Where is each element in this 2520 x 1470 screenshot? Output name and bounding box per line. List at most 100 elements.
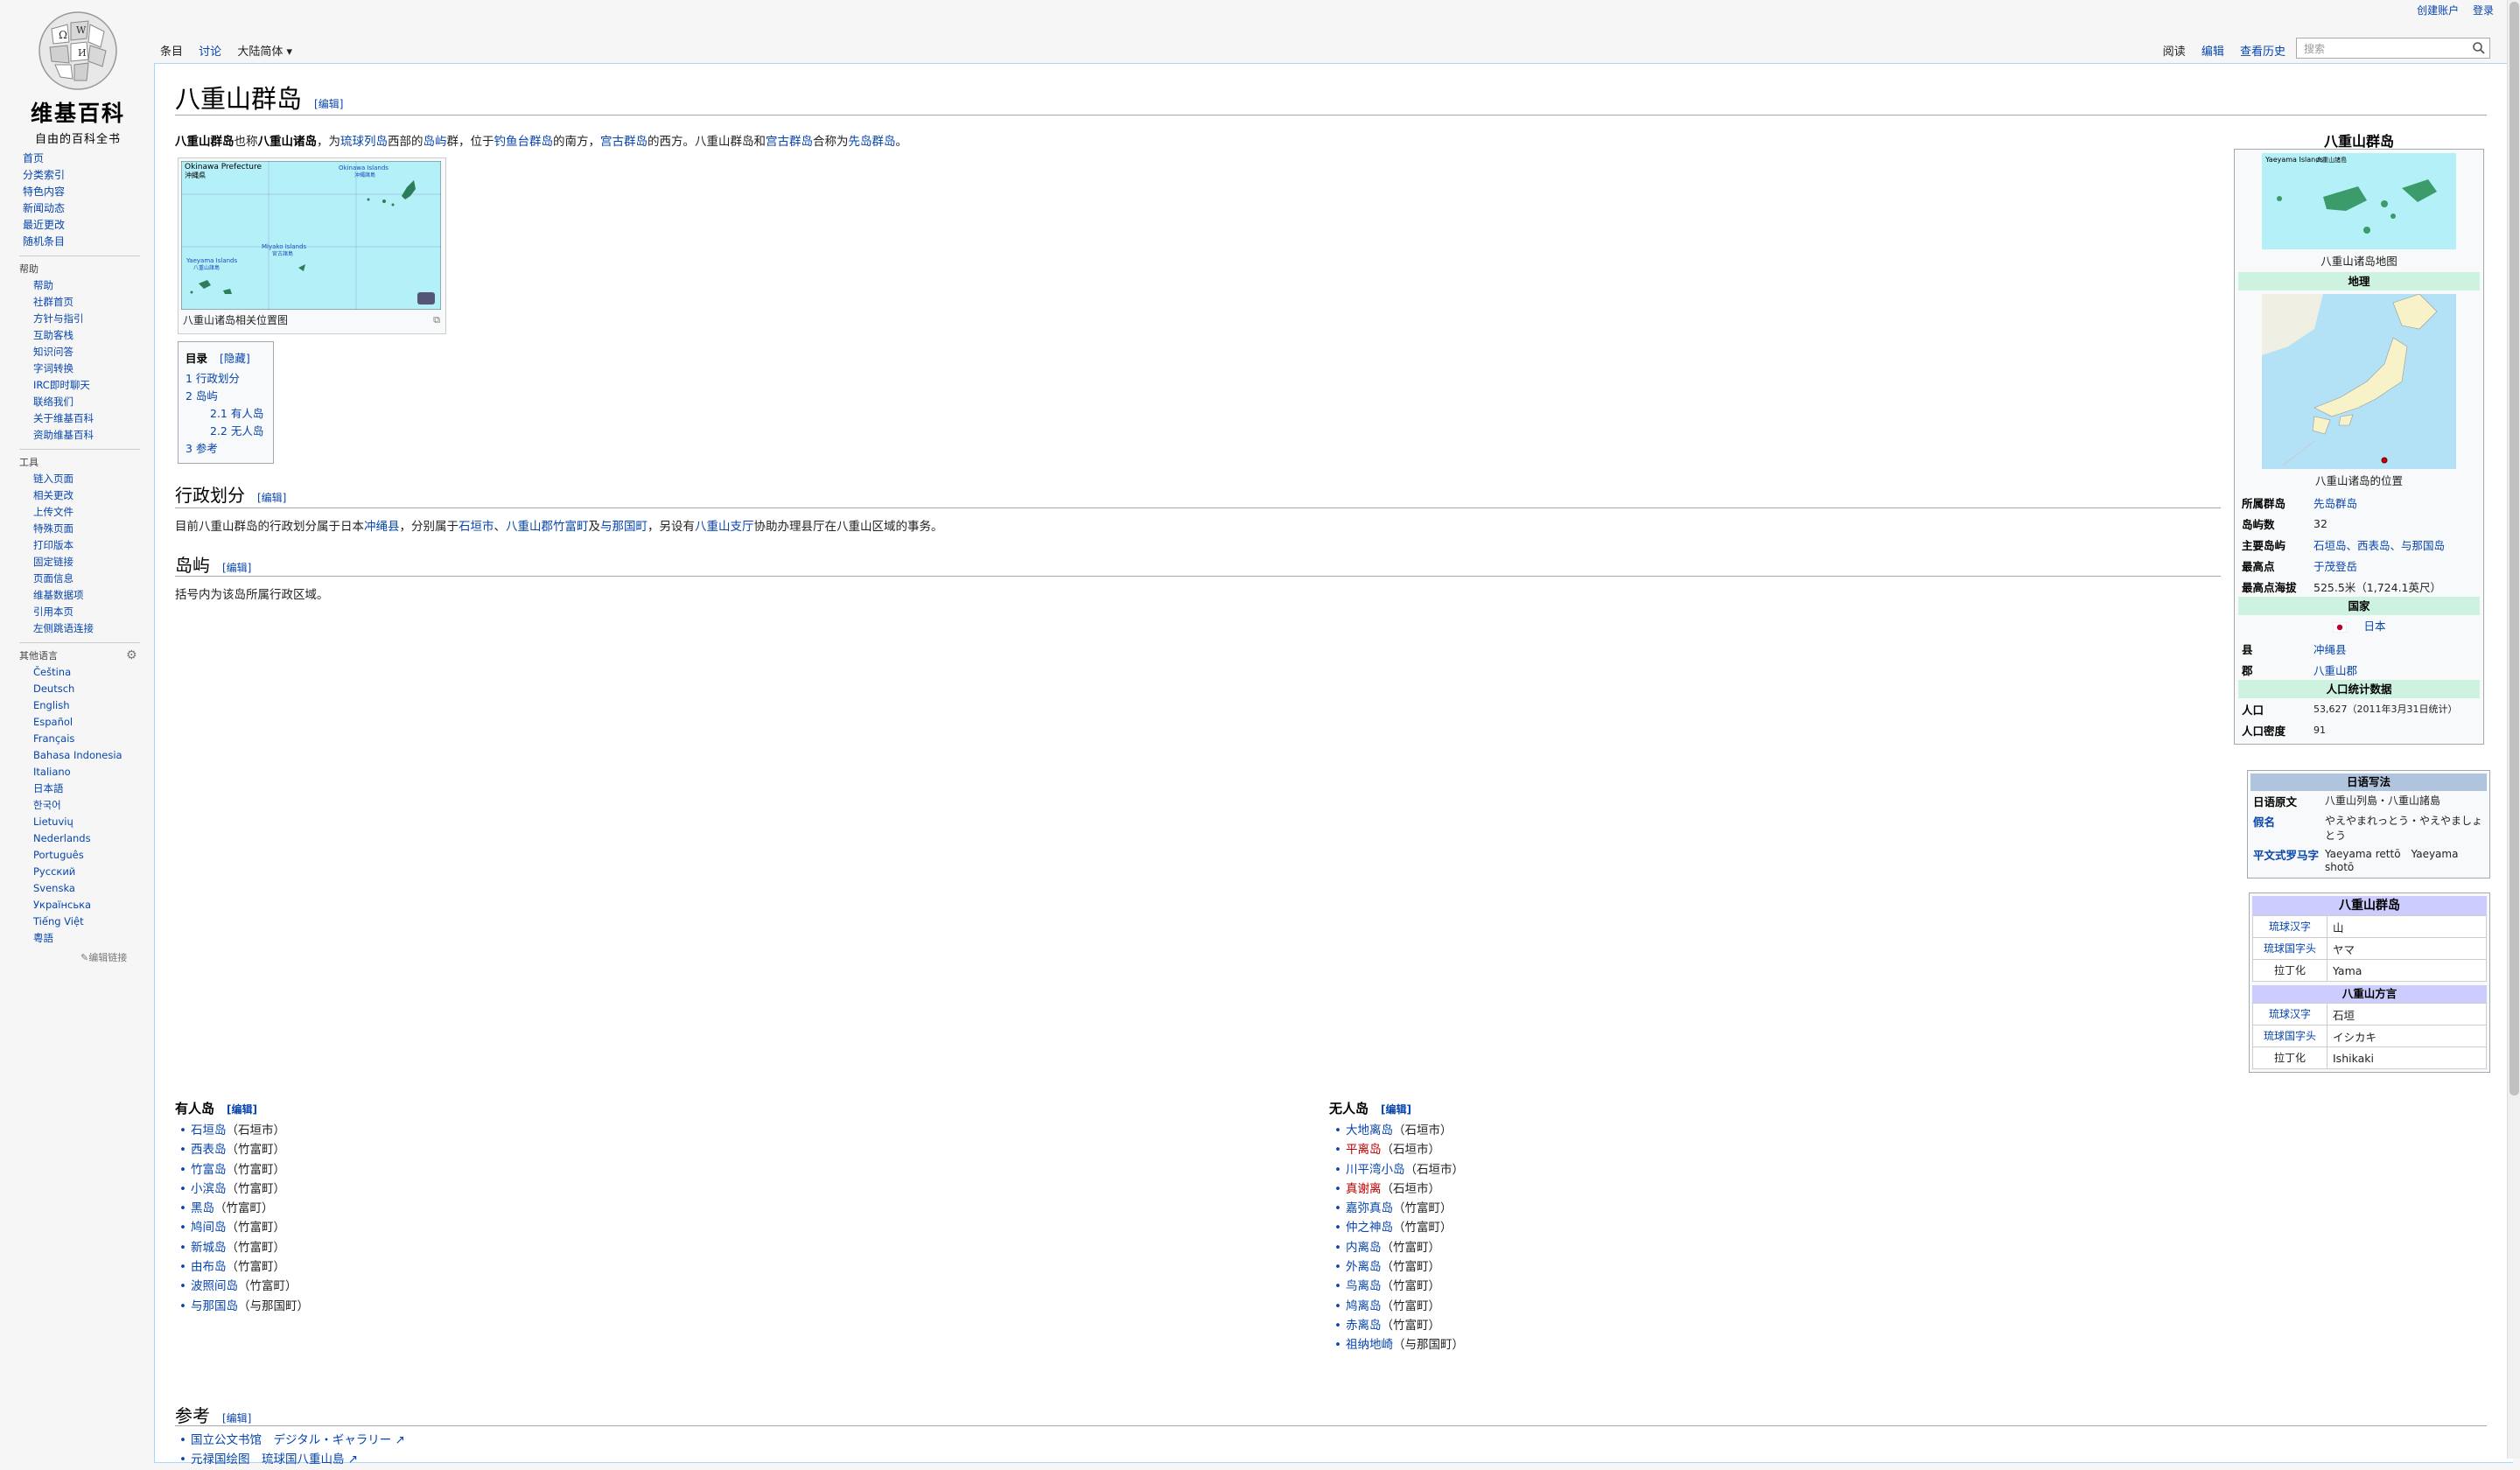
sidebar-tool-link[interactable]: 打印版本 (33, 537, 149, 554)
island-link[interactable]: 川平湾小岛 (1346, 1163, 1405, 1177)
language-link[interactable]: Русский (33, 864, 149, 880)
infobox-map1[interactable]: Yaeyama Islands 八重山諸島 八重山诸岛地图 (2238, 153, 2480, 269)
sidebar-help-link[interactable]: IRC即时聊天 (33, 377, 149, 394)
island-link[interactable]: 内离岛 (1346, 1241, 1382, 1255)
island-link[interactable]: 与那国岛 (191, 1299, 238, 1313)
inline-link[interactable]: 八重山支厅 (695, 520, 754, 534)
edit-interlanguage-links[interactable]: ✎编辑链接 (0, 950, 149, 964)
title-edit-link[interactable]: [编辑] (314, 98, 343, 110)
sidebar-tool-link[interactable]: 链入页面 (33, 471, 149, 487)
island-link[interactable]: 大地离岛 (1346, 1124, 1393, 1138)
sidebar-tool-link[interactable]: 页面信息 (33, 570, 149, 587)
toc-item[interactable]: 2.1 有人岛 (186, 405, 266, 423)
country-link[interactable]: 日本 (2363, 620, 2385, 633)
language-link[interactable]: Español (33, 714, 149, 731)
toc-item[interactable]: 2.2 无人岛 (186, 423, 266, 440)
search-icon[interactable] (2471, 40, 2487, 56)
island-link[interactable]: 嘉弥真岛 (1346, 1201, 1393, 1215)
language-link[interactable]: Deutsch (33, 681, 149, 697)
language-link[interactable]: Українська (33, 897, 149, 914)
language-link[interactable]: Svenska (33, 880, 149, 897)
tab-history[interactable]: 查看历史 (2240, 46, 2286, 59)
island-link[interactable]: 由布岛 (191, 1260, 227, 1274)
island-link[interactable]: 赤离岛 (1346, 1319, 1382, 1333)
island-link[interactable]: 新城岛 (191, 1241, 227, 1255)
language-link[interactable]: 日本語 (33, 780, 149, 797)
sidebar-tool-link[interactable]: 维基数据项 (33, 587, 149, 604)
toc-item[interactable]: 3 参考 (186, 440, 266, 458)
section-edit-link[interactable]: [编辑] (222, 1412, 251, 1424)
language-settings-gear-icon[interactable]: ⚙ (126, 648, 137, 662)
language-link[interactable]: Čeština (33, 664, 149, 681)
sidebar-help-link[interactable]: 字词转换 (33, 360, 149, 377)
infobox-value[interactable]: 于茂登岳 (2314, 557, 2480, 574)
sidebar-nav-link[interactable]: 首页 (23, 150, 149, 167)
sidebar-help-link[interactable]: 关于维基百科 (33, 410, 149, 427)
inline-link[interactable]: 宫古群岛 (600, 135, 648, 149)
inline-link[interactable]: 竹富町 (553, 520, 589, 534)
inline-link[interactable]: 先岛群岛 (849, 135, 896, 149)
reference-link[interactable]: 元禄国绘图 琉球国八重山島 ↗ (179, 1450, 405, 1469)
toc-hide-toggle[interactable]: [隐藏] (220, 352, 250, 365)
inline-link[interactable]: 冲绳县 (364, 520, 400, 534)
inline-link[interactable]: 琉球列岛 (340, 135, 388, 149)
inline-link[interactable]: 石垣市 (458, 520, 494, 534)
tab-edit[interactable]: 编辑 (2202, 46, 2224, 59)
ryukyuan-label[interactable]: 琉球国字头 (2253, 1026, 2328, 1046)
search-input[interactable]: 搜索 (2296, 38, 2490, 59)
island-link[interactable]: 波照间岛 (191, 1279, 238, 1293)
inline-link[interactable]: 钓鱼台群岛 (494, 135, 554, 149)
island-link[interactable]: 真谢离 (1346, 1182, 1382, 1196)
sidebar-tool-link[interactable]: 引用本页 (33, 604, 149, 620)
inline-link[interactable]: 宫古群岛 (766, 135, 813, 149)
section-edit-link[interactable]: [编辑] (227, 1103, 257, 1116)
infobox-value[interactable]: 石垣岛、西表岛、与那国岛 (2314, 536, 2480, 553)
infobox-value[interactable]: 八重山郡 (2314, 662, 2480, 678)
inline-link[interactable]: 与那国町 (600, 520, 648, 534)
location-map-thumbnail[interactable]: Okinawa Prefecture 沖縄県 Okinawa Islands 沖… (178, 158, 446, 334)
toc-item[interactable]: 1 行政划分 (186, 370, 266, 388)
language-link[interactable]: English (33, 697, 149, 714)
create-account-link[interactable]: 创建账户 (2417, 4, 2459, 17)
ryukyuan-label[interactable]: 琉球国字头 (2253, 938, 2328, 959)
language-link[interactable]: 한국어 (33, 797, 149, 814)
language-link[interactable]: 粵語 (33, 930, 149, 947)
sidebar-tool-link[interactable]: 特殊页面 (33, 521, 149, 537)
reference-link[interactable]: 国立公文书馆 デジタル・ギャラリー ↗ (179, 1431, 405, 1450)
sidebar-help-link[interactable]: 资助维基百科 (33, 427, 149, 444)
sidebar-nav-link[interactable]: 分类索引 (23, 167, 149, 184)
japanese-label[interactable]: 假名 (2250, 813, 2325, 843)
section-edit-link[interactable]: [编辑] (222, 562, 251, 574)
island-link[interactable]: 黑岛 (191, 1201, 214, 1215)
infobox-value[interactable]: 先岛群岛 (2314, 494, 2480, 511)
sidebar-help-link[interactable]: 帮助 (33, 277, 149, 294)
page-scrollbar[interactable] (2507, 0, 2520, 1459)
section-edit-link[interactable]: [编辑] (257, 492, 286, 504)
sidebar-tool-link[interactable]: 上传文件 (33, 504, 149, 521)
island-link[interactable]: 西表岛 (191, 1143, 227, 1157)
sidebar-nav-link[interactable]: 最近更改 (23, 217, 149, 234)
section-edit-link[interactable]: [编辑] (1381, 1103, 1411, 1116)
sidebar-nav-link[interactable]: 特色内容 (23, 184, 149, 200)
sidebar-help-link[interactable]: 知识问答 (33, 344, 149, 360)
island-link[interactable]: 平离岛 (1346, 1143, 1382, 1157)
inline-link[interactable]: 八重山郡 (506, 520, 553, 534)
sidebar-nav-link[interactable]: 新闻动态 (23, 200, 149, 217)
island-link[interactable]: 鸠离岛 (1346, 1299, 1382, 1313)
infobox-value[interactable]: 冲绳县 (2314, 640, 2480, 657)
language-link[interactable]: Lietuvių (33, 814, 149, 830)
toc-item[interactable]: 2 岛屿 (186, 388, 266, 405)
tab-talk[interactable]: 讨论 (199, 46, 221, 59)
ryukyuan-label[interactable]: 琉球汉字 (2253, 916, 2328, 937)
sidebar-help-link[interactable]: 联络我们 (33, 394, 149, 410)
language-link[interactable]: Nederlands (33, 830, 149, 847)
site-logo[interactable]: Ω W И 维基百科 自由的百科全书 (21, 7, 135, 146)
enlarge-icon[interactable]: ⧉ (433, 314, 440, 326)
sidebar-tool-link[interactable]: 相关更改 (33, 487, 149, 504)
sidebar-tool-link[interactable]: 左侧跳语连接 (33, 620, 149, 637)
sidebar-tools-heading[interactable]: 工具 (0, 455, 149, 471)
island-link[interactable]: 祖纳地崎 (1346, 1338, 1393, 1352)
infobox-map2[interactable]: 八重山诸岛的位置 (2238, 293, 2480, 488)
sidebar-help-link[interactable]: 社群首页 (33, 294, 149, 311)
island-link[interactable]: 小滨岛 (191, 1182, 227, 1196)
